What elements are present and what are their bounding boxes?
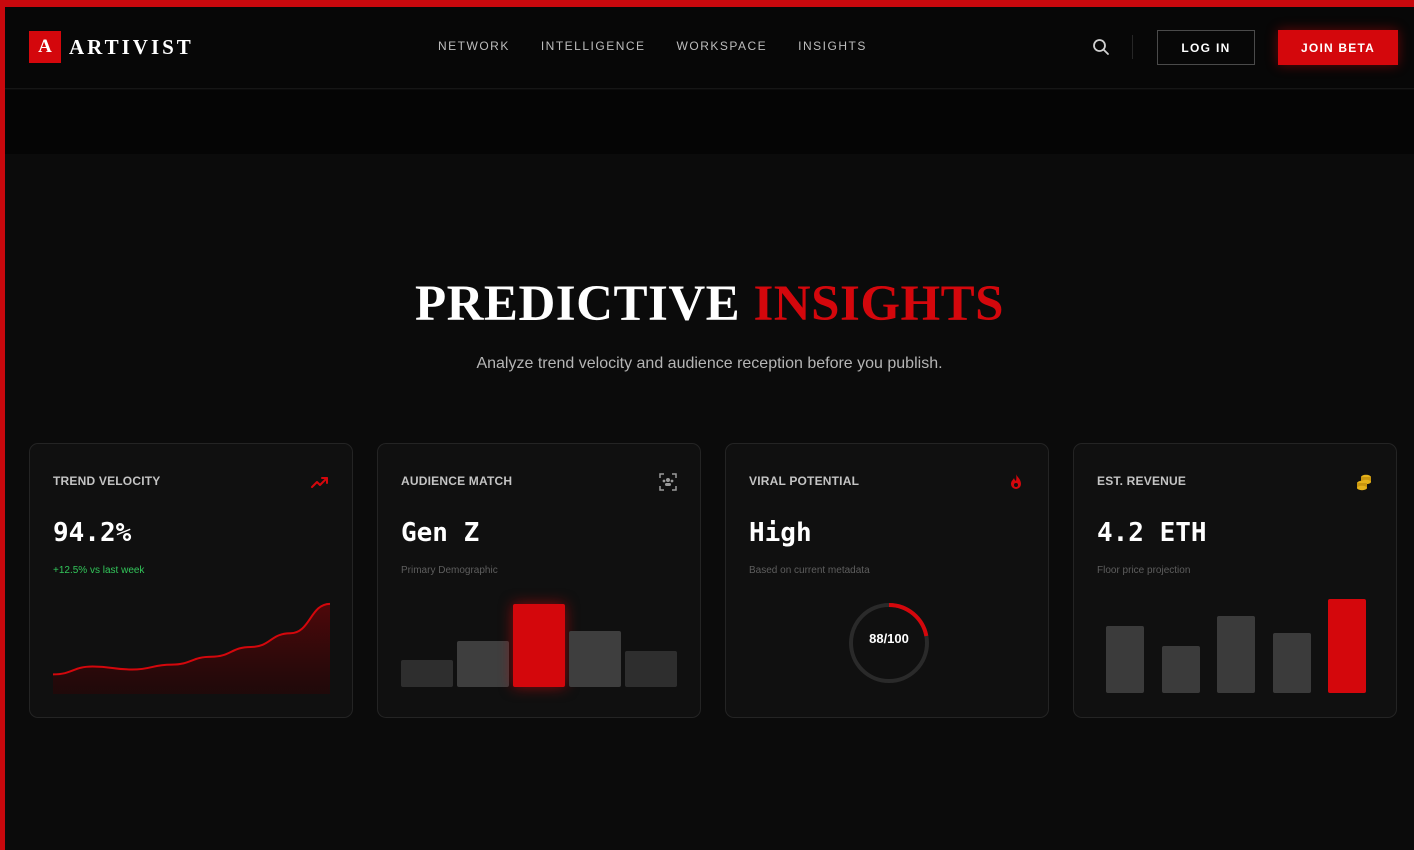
highlighted-bar: [513, 604, 565, 687]
bar: [1106, 626, 1144, 693]
title-part-insights: INSIGHTS: [753, 276, 1005, 332]
card-note: Floor price projection: [1097, 565, 1191, 576]
card-label: TREND VELOCITY: [53, 474, 161, 488]
bar: [1161, 646, 1200, 693]
audience-scan-icon: [658, 472, 678, 492]
brand-logo[interactable]: A ARTIVIST: [29, 31, 194, 63]
card-label: VIRAL POTENTIAL: [749, 474, 860, 488]
search-icon[interactable]: [1091, 37, 1111, 57]
logo-mark: A: [29, 31, 61, 63]
coins-icon: [1354, 472, 1374, 492]
nav-link-network[interactable]: NETWORK: [438, 39, 510, 53]
bar: [625, 651, 677, 687]
card-note: Based on current metadata: [749, 565, 870, 576]
header-band: [5, 90, 1414, 154]
title-part-predictive: PREDICTIVE: [414, 276, 741, 332]
log-in-button[interactable]: LOG IN: [1157, 30, 1255, 65]
bar: [1217, 615, 1255, 693]
card-value: 94.2%: [53, 518, 132, 548]
card-note: Primary Demographic: [401, 565, 498, 576]
card-note: +12.5% vs last week: [53, 565, 145, 576]
audience-bar-chart: [401, 604, 677, 687]
section-title: PREDICTIVE INSIGHTS: [5, 279, 1414, 330]
bar: [401, 659, 453, 687]
bar: [457, 641, 509, 687]
trending-up-icon: [310, 472, 330, 492]
est-revenue-card[interactable]: EST. REVENUE 4.2 ETH Floor price project…: [1073, 443, 1397, 718]
trend-area-fill: [53, 603, 330, 694]
app-frame: A ARTIVIST NETWORK INTELLIGENCE WORKSPAC…: [5, 7, 1414, 850]
join-beta-button[interactable]: JOIN BETA: [1278, 30, 1398, 65]
trend-area-chart: [53, 602, 330, 694]
nav-link-insights[interactable]: INSIGHTS: [798, 39, 867, 53]
top-navigation-bar: A ARTIVIST NETWORK INTELLIGENCE WORKSPAC…: [5, 7, 1414, 89]
viral-potential-card[interactable]: VIRAL POTENTIAL High Based on current me…: [725, 443, 1049, 718]
section-subtitle: Analyze trend velocity and audience rece…: [476, 355, 943, 372]
bar: [1272, 632, 1311, 693]
card-value: 4.2 ETH: [1097, 518, 1207, 548]
bar: [569, 631, 621, 687]
card-label: EST. REVENUE: [1097, 474, 1187, 488]
flame-icon: [1006, 472, 1026, 492]
header-divider: [1132, 35, 1133, 59]
audience-match-card[interactable]: AUDIENCE MATCH Gen Z Primary Demographic: [377, 443, 701, 718]
highlighted-bar: [1328, 599, 1366, 693]
card-label: AUDIENCE MATCH: [401, 474, 513, 488]
card-value: Gen Z: [401, 518, 480, 548]
card-value: High: [749, 518, 812, 548]
main-nav: NETWORK INTELLIGENCE WORKSPACE INSIGHTS: [438, 39, 867, 53]
gauge-score: 88/100: [869, 631, 909, 646]
nav-link-workspace[interactable]: WORKSPACE: [677, 39, 768, 53]
nav-link-intelligence[interactable]: INTELLIGENCE: [541, 39, 646, 53]
revenue-bar-chart: [1106, 599, 1366, 693]
trend-velocity-card[interactable]: TREND VELOCITY 94.2% +12.5% vs last week: [29, 443, 353, 718]
logo-text: ARTIVIST: [69, 34, 194, 59]
